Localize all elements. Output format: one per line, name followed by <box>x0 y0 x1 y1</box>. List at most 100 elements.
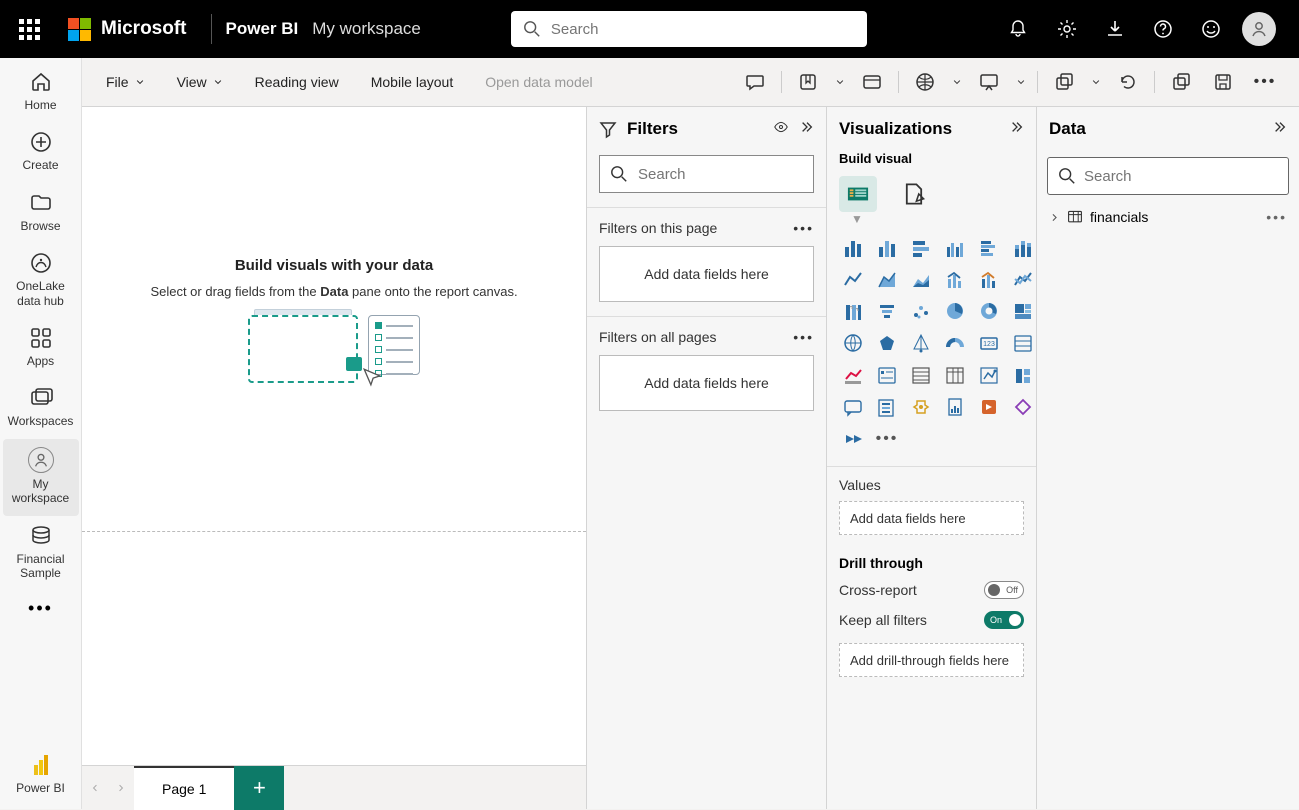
ribbon-present-menu[interactable] <box>1011 64 1031 100</box>
app-launcher-button[interactable] <box>0 0 58 58</box>
viz-type-36[interactable] <box>839 426 867 452</box>
viz-type-1[interactable] <box>873 234 901 260</box>
download-button[interactable] <box>1093 7 1137 51</box>
ribbon-duplicate-button[interactable] <box>1161 64 1201 100</box>
filters-this-page-dropzone[interactable]: Add data fields here <box>599 246 814 302</box>
nav-home[interactable]: Home <box>3 62 79 122</box>
viz-type-27[interactable] <box>941 362 969 388</box>
viz-type-30[interactable] <box>839 394 867 420</box>
product-label[interactable]: Power BI <box>226 19 299 39</box>
viz-type-3[interactable] <box>941 234 969 260</box>
viz-type-28[interactable] <box>975 362 1003 388</box>
viz-type-7[interactable] <box>873 266 901 292</box>
viz-type-34[interactable] <box>975 394 1003 420</box>
ribbon-comment-button[interactable] <box>735 64 775 100</box>
viz-type-0[interactable] <box>839 234 867 260</box>
viz-type-32[interactable] <box>907 394 935 420</box>
viz-type-4[interactable] <box>975 234 1003 260</box>
page-tab-1[interactable]: Page 1 <box>134 766 234 810</box>
viz-type-23[interactable] <box>1009 330 1037 356</box>
viz-mode-build[interactable] <box>839 176 877 212</box>
viz-type-8[interactable] <box>907 266 935 292</box>
viz-type-35[interactable] <box>1009 394 1037 420</box>
ribbon-present-button[interactable] <box>969 64 1009 100</box>
ribbon-refresh-button[interactable] <box>1108 64 1148 100</box>
viz-type-10[interactable] <box>975 266 1003 292</box>
viz-type-14[interactable] <box>907 298 935 324</box>
filters-collapse-button[interactable] <box>800 120 814 139</box>
ribbon-more-button[interactable]: ••• <box>1245 64 1285 100</box>
filters-this-page-more[interactable]: ••• <box>793 220 814 236</box>
global-search[interactable] <box>511 11 867 47</box>
ribbon-explore-button[interactable] <box>905 64 945 100</box>
nav-create[interactable]: Create <box>3 122 79 182</box>
filters-all-pages-dropzone[interactable]: Add data fields here <box>599 355 814 411</box>
viz-type-21[interactable] <box>941 330 969 356</box>
viz-type-13[interactable] <box>873 298 901 324</box>
nav-apps[interactable]: Apps <box>3 318 79 378</box>
settings-button[interactable] <box>1045 7 1089 51</box>
workspace-breadcrumb[interactable]: My workspace <box>312 19 421 39</box>
data-collapse-button[interactable] <box>1273 120 1287 139</box>
viz-type-5[interactable] <box>1009 234 1037 260</box>
page-next[interactable] <box>108 766 134 810</box>
viz-type-31[interactable] <box>873 394 901 420</box>
ribbon-view[interactable]: View <box>167 68 233 96</box>
viz-type-18[interactable] <box>839 330 867 356</box>
viz-type-12[interactable] <box>839 298 867 324</box>
viz-values-dropzone[interactable]: Add data fields here <box>839 501 1024 535</box>
filters-all-pages-more[interactable]: ••• <box>793 329 814 345</box>
ribbon-copy-menu[interactable] <box>1086 64 1106 100</box>
account-button[interactable] <box>1237 7 1281 51</box>
viz-type-20[interactable] <box>907 330 935 356</box>
nav-financial-sample[interactable]: Financial Sample <box>3 516 79 591</box>
viz-type-24[interactable] <box>839 362 867 388</box>
viz-type-6[interactable] <box>839 266 867 292</box>
ribbon-bookmark-button[interactable] <box>788 64 828 100</box>
viz-type-9[interactable] <box>941 266 969 292</box>
ribbon-explore-menu[interactable] <box>947 64 967 100</box>
ribbon-copy-button[interactable] <box>1044 64 1084 100</box>
data-table-more[interactable]: ••• <box>1266 209 1287 225</box>
filters-search[interactable] <box>599 155 814 193</box>
notifications-button[interactable] <box>997 7 1041 51</box>
ribbon-file[interactable]: File <box>96 68 155 96</box>
page-prev[interactable] <box>82 766 108 810</box>
viz-type-19[interactable] <box>873 330 901 356</box>
viz-type-16[interactable] <box>975 298 1003 324</box>
add-page-button[interactable]: + <box>234 766 284 810</box>
viz-type-33[interactable] <box>941 394 969 420</box>
global-search-input[interactable] <box>551 21 855 38</box>
ribbon-save-button[interactable] <box>1203 64 1243 100</box>
filters-search-input[interactable] <box>638 166 803 183</box>
viz-type-11[interactable] <box>1009 266 1037 292</box>
ribbon-view-button[interactable] <box>852 64 892 100</box>
cross-report-toggle[interactable] <box>984 581 1024 599</box>
nav-more[interactable]: ••• <box>28 598 53 619</box>
viz-type-22[interactable]: 123 <box>975 330 1003 356</box>
keep-filters-toggle[interactable] <box>984 611 1024 629</box>
help-button[interactable] <box>1141 7 1185 51</box>
data-table-financials[interactable]: financials ••• <box>1037 205 1299 229</box>
nav-my-workspace[interactable]: My workspace <box>3 439 79 516</box>
viz-type-29[interactable] <box>1009 362 1037 388</box>
ribbon-bookmark-menu[interactable] <box>830 64 850 100</box>
filters-preview-button[interactable] <box>772 120 790 139</box>
data-search[interactable] <box>1047 157 1289 195</box>
ribbon-reading-view[interactable]: Reading view <box>245 68 349 96</box>
viz-type-26[interactable] <box>907 362 935 388</box>
viz-collapse-button[interactable] <box>1010 120 1024 139</box>
nav-workspaces[interactable]: Workspaces <box>3 378 79 438</box>
report-canvas[interactable]: Build visuals with your data Select or d… <box>82 107 586 765</box>
feedback-button[interactable] <box>1189 7 1233 51</box>
viz-type-25[interactable] <box>873 362 901 388</box>
viz-more[interactable]: ••• <box>873 426 901 452</box>
drill-through-dropzone[interactable]: Add drill-through fields here <box>839 643 1024 677</box>
nav-powerbi[interactable]: Power BI <box>3 745 79 805</box>
viz-type-15[interactable] <box>941 298 969 324</box>
viz-type-17[interactable] <box>1009 298 1037 324</box>
viz-mode-format[interactable] <box>895 176 933 212</box>
nav-onelake[interactable]: OneLake data hub <box>3 243 79 318</box>
ribbon-mobile-layout[interactable]: Mobile layout <box>361 68 464 96</box>
data-search-input[interactable] <box>1084 168 1278 185</box>
